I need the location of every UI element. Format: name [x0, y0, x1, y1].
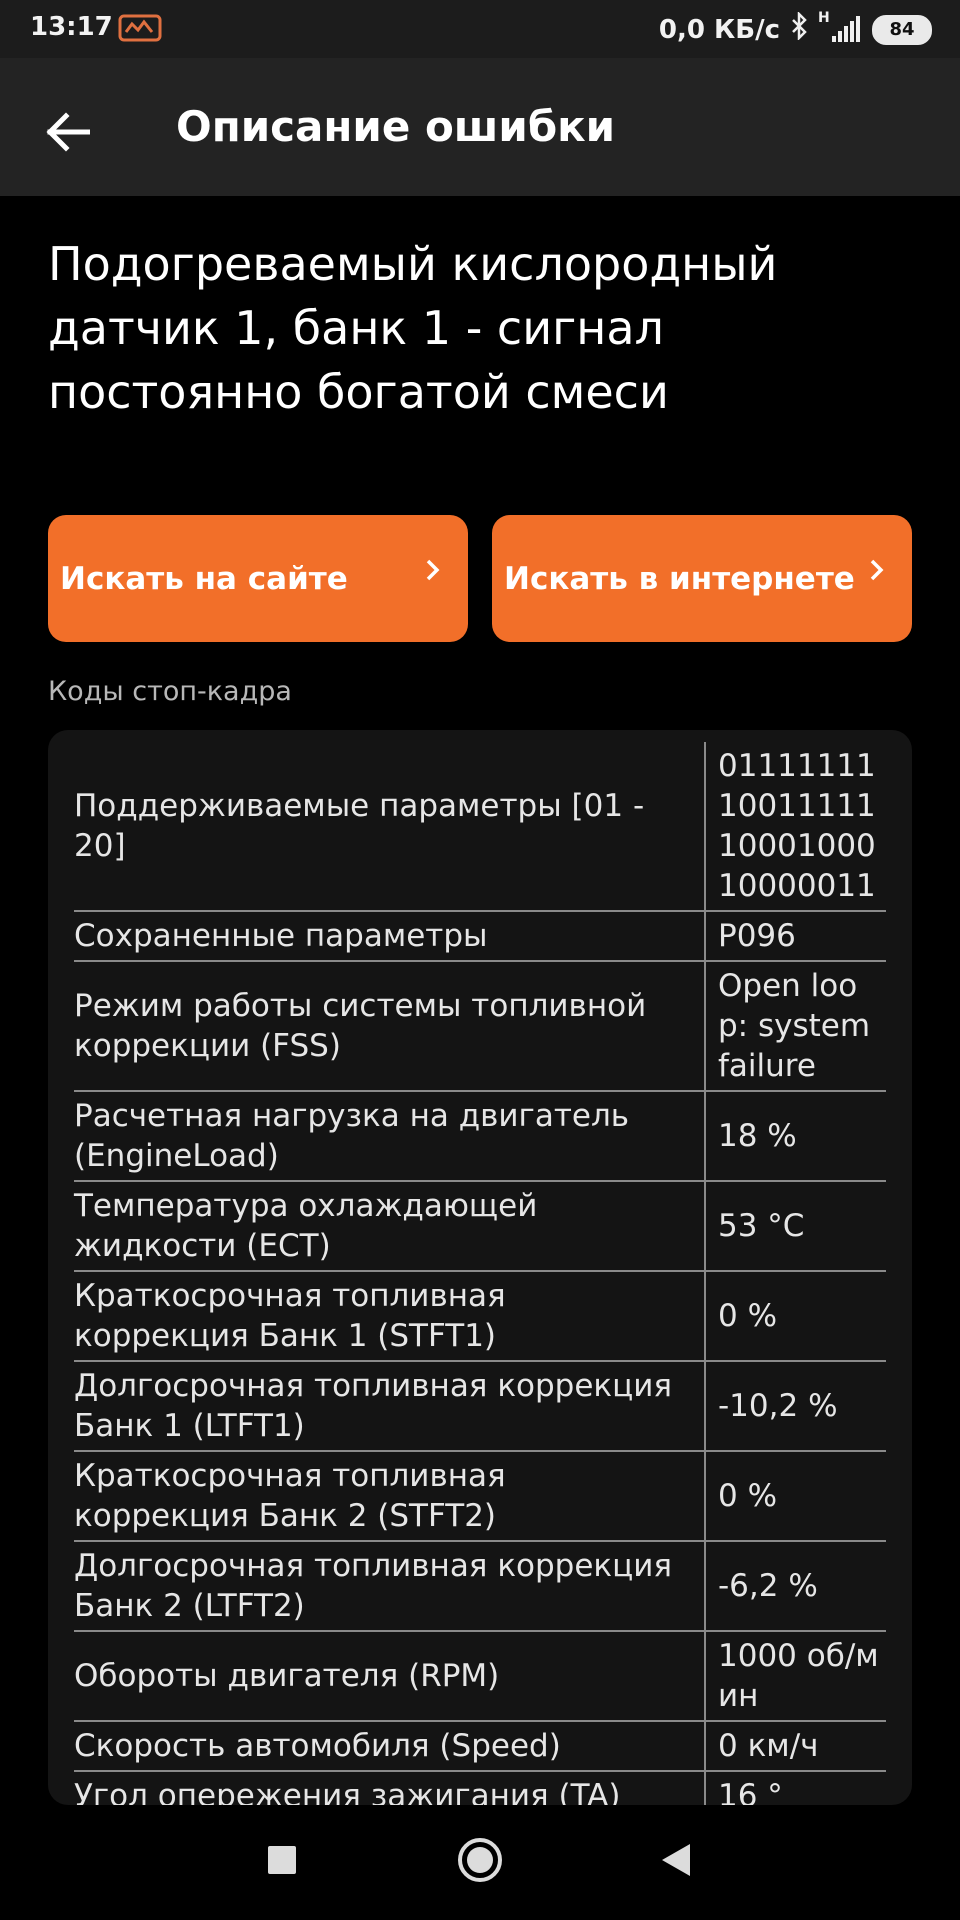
search-internet-button[interactable]: Искать в интернете	[492, 515, 912, 642]
param-value: P096	[704, 911, 886, 962]
param-name: Угол опережения зажигания (TA)	[74, 1771, 705, 1805]
arrow-left-icon	[46, 112, 90, 152]
table-row: Долгосрочная топливная коррекция Банк 2 …	[74, 1541, 886, 1632]
circle-home-icon[interactable]	[456, 1838, 504, 1888]
chevron-right-icon	[870, 559, 884, 581]
table-row: Краткосрочная топливная коррекция Банк 1…	[74, 1271, 886, 1362]
freeze-frame-table: Поддерживаемые параметры [01 - 20] 01111…	[74, 742, 886, 1805]
param-name: Скорость автомобиля (Speed)	[74, 1721, 705, 1772]
table-row: Расчетная нагрузка на двигатель (EngineL…	[74, 1091, 886, 1182]
table-row: Обороты двигателя (RPM) 1000 об/мин	[74, 1631, 886, 1722]
param-value: 18 %	[704, 1091, 886, 1182]
param-name: Долгосрочная топливная коррекция Банк 2 …	[74, 1541, 705, 1632]
car-app-icon	[118, 12, 162, 44]
param-name: Сохраненные параметры	[74, 911, 705, 962]
param-value: 0 км/ч	[704, 1721, 886, 1772]
param-value: 0 %	[704, 1271, 886, 1362]
table-row: Краткосрочная топливная коррекция Банк 2…	[74, 1451, 886, 1542]
param-name: Температура охлаждающей жидкости (ECT)	[74, 1181, 705, 1272]
param-value: 0 %	[704, 1451, 886, 1542]
triangle-back-icon[interactable]	[658, 1840, 694, 1884]
table-row: Сохраненные параметры P096	[74, 911, 886, 962]
freeze-frame-section-label: Коды стоп-кадра	[48, 676, 292, 707]
app-bar: Описание ошибки	[0, 58, 960, 196]
search-internet-label: Искать в интернете	[504, 560, 855, 597]
param-name: Долгосрочная топливная коррекция Банк 1 …	[74, 1361, 705, 1452]
net-speed: 0,0 КБ/с	[658, 14, 780, 45]
param-value: Open loop: system failure	[704, 961, 886, 1092]
battery-icon: 84	[872, 14, 932, 45]
square-recents-icon[interactable]	[262, 1840, 302, 1884]
param-value: 01111111100111111000100010000011	[704, 742, 886, 912]
page-title: Описание ошибки	[176, 102, 616, 151]
param-name: Краткосрочная топливная коррекция Банк 2…	[74, 1451, 705, 1542]
bluetooth-icon	[790, 10, 808, 47]
param-name: Краткосрочная топливная коррекция Банк 1…	[74, 1271, 705, 1362]
back-button[interactable]	[30, 94, 106, 170]
freeze-frame-card[interactable]: Поддерживаемые параметры [01 - 20] 01111…	[48, 730, 912, 1805]
param-name: Обороты двигателя (RPM)	[74, 1631, 705, 1722]
table-row: Поддерживаемые параметры [01 - 20] 01111…	[74, 742, 886, 912]
table-row: Угол опережения зажигания (TA) 16 °	[74, 1771, 886, 1805]
error-description-title: Подогреваемый кислородный датчик 1, банк…	[48, 237, 778, 419]
status-time: 13:17	[30, 12, 113, 42]
param-name: Поддерживаемые параметры [01 - 20]	[74, 742, 705, 912]
search-site-label: Искать на сайте	[60, 560, 348, 597]
param-value: 1000 об/мин	[704, 1631, 886, 1722]
param-value: 16 °	[704, 1771, 886, 1805]
status-bar: 13:17 0,0 КБ/с H 84	[0, 0, 960, 58]
signal-icon: H	[818, 10, 862, 44]
search-site-button[interactable]: Искать на сайте	[48, 515, 468, 642]
param-name: Расчетная нагрузка на двигатель (EngineL…	[74, 1091, 705, 1182]
system-nav-bar	[0, 1805, 960, 1920]
table-row: Скорость автомобиля (Speed) 0 км/ч	[74, 1721, 886, 1772]
param-value: -6,2 %	[704, 1541, 886, 1632]
chevron-right-icon	[426, 559, 440, 581]
table-row: Режим работы системы топливной коррекции…	[74, 961, 886, 1092]
param-name: Режим работы системы топливной коррекции…	[74, 961, 705, 1092]
param-value: 53 °C	[704, 1181, 886, 1272]
status-right-group: 0,0 КБ/с H 84	[658, 10, 932, 47]
table-row: Долгосрочная топливная коррекция Банк 1 …	[74, 1361, 886, 1452]
table-row: Температура охлаждающей жидкости (ECT) 5…	[74, 1181, 886, 1272]
param-value: -10,2 %	[704, 1361, 886, 1452]
